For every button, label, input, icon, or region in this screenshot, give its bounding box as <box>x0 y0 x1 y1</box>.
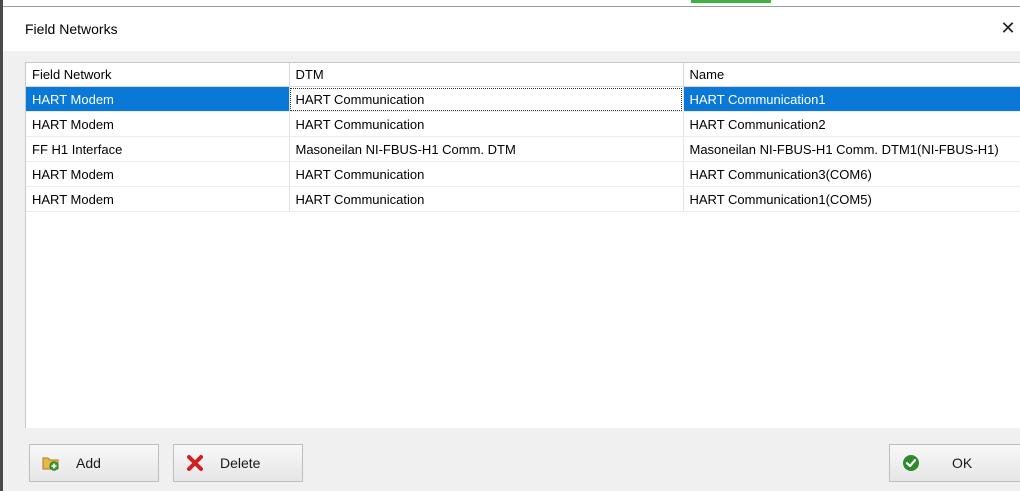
cell-dtm[interactable]: Masoneilan NI-FBUS-H1 Comm. DTM <box>289 136 684 162</box>
close-icon: ✕ <box>1000 18 1016 38</box>
delete-button-label: Delete <box>220 455 261 471</box>
cell-field-network[interactable]: HART Modem <box>26 111 290 137</box>
header-row: Field Network DTM Name <box>26 63 1020 87</box>
add-button[interactable]: Add <box>29 444 159 482</box>
green-check-icon <box>900 452 922 474</box>
add-button-label: Add <box>76 455 101 471</box>
field-networks-dialog: Field Networks ✕ Field Network DTM Name … <box>0 0 1020 491</box>
cell-dtm[interactable]: HART Communication <box>289 111 684 137</box>
column-header-dtm[interactable]: DTM <box>289 63 684 87</box>
delete-button[interactable]: Delete <box>173 444 303 482</box>
column-header-name[interactable]: Name <box>683 63 1020 87</box>
button-bar: Add Delete OK <box>3 428 1020 491</box>
cell-name[interactable]: Masoneilan NI-FBUS-H1 Comm. DTM1(NI-FBUS… <box>683 136 1020 162</box>
ok-button-label: OK <box>952 455 973 471</box>
folder-add-icon <box>40 452 62 474</box>
cell-name[interactable]: HART Communication1(COM5) <box>683 186 1020 212</box>
cell-name[interactable]: HART Communication2 <box>683 111 1020 137</box>
cell-field-network[interactable]: FF H1 Interface <box>26 136 290 162</box>
background-green-bar <box>691 0 771 3</box>
field-networks-grid[interactable]: Field Network DTM Name HART Modem HART C… <box>25 62 1020 429</box>
close-button[interactable]: ✕ <box>993 13 1020 43</box>
cell-dtm[interactable]: HART Communication <box>289 86 684 112</box>
cell-name[interactable]: HART Communication3(COM6) <box>683 161 1020 187</box>
column-header-field-network[interactable]: Field Network <box>26 63 290 87</box>
title-bar: Field Networks ✕ <box>3 6 1020 51</box>
dialog-title: Field Networks <box>25 21 118 37</box>
table-row[interactable]: FF H1 Interface Masoneilan NI-FBUS-H1 Co… <box>26 136 1020 162</box>
cell-name[interactable]: HART Communication1 <box>683 86 1020 112</box>
cell-dtm[interactable]: HART Communication <box>289 186 684 212</box>
table-row[interactable]: HART Modem HART Communication HART Commu… <box>26 186 1020 212</box>
cell-field-network[interactable]: HART Modem <box>26 86 290 112</box>
cell-field-network[interactable]: HART Modem <box>26 161 290 187</box>
cell-dtm[interactable]: HART Communication <box>289 161 684 187</box>
table-row[interactable]: HART Modem HART Communication HART Commu… <box>26 111 1020 137</box>
red-x-icon <box>184 452 206 474</box>
table-row[interactable]: HART Modem HART Communication HART Commu… <box>26 86 1020 112</box>
cell-field-network[interactable]: HART Modem <box>26 186 290 212</box>
ok-button[interactable]: OK <box>889 444 1020 482</box>
table-row[interactable]: HART Modem HART Communication HART Commu… <box>26 161 1020 187</box>
field-networks-table: Field Network DTM Name HART Modem HART C… <box>26 63 1020 212</box>
